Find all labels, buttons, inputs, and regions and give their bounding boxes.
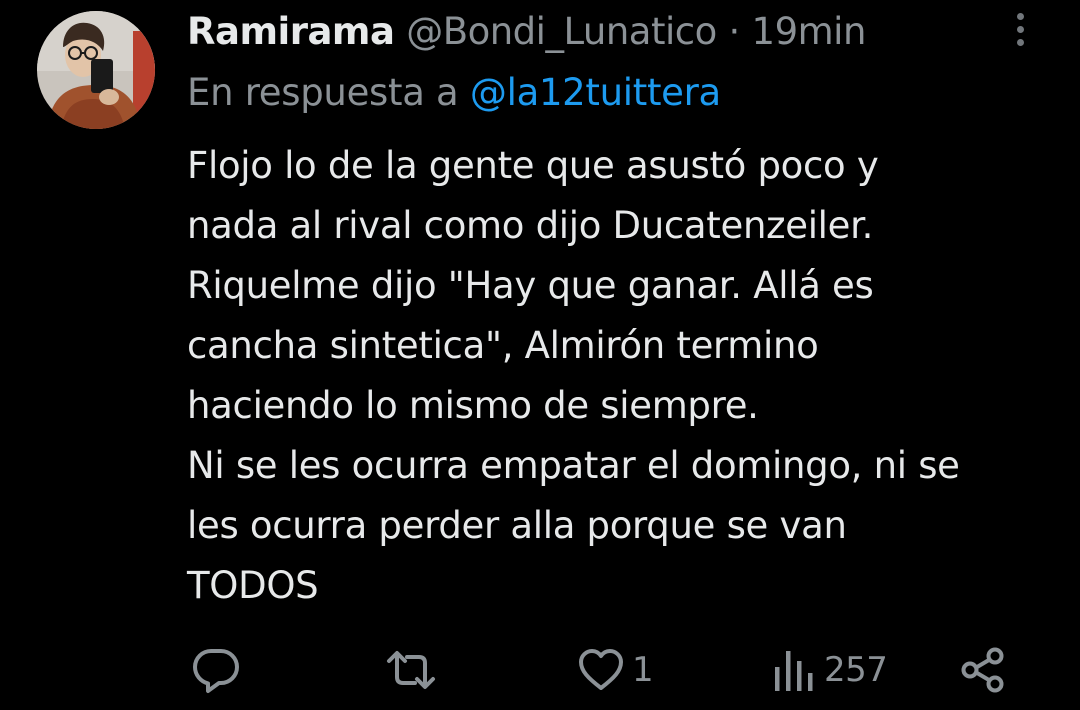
tweet-text-line: TODOS: [187, 564, 319, 607]
action-bar: 1 257: [0, 640, 1080, 700]
reply-icon: [193, 649, 239, 693]
tweet-text-line: Riquelme dijo "Hay que ganar. Allá es: [187, 264, 874, 307]
author-handle[interactable]: @Bondi_Lunatico: [406, 10, 717, 53]
like-count: 1: [632, 650, 654, 690]
retweet-icon: [387, 651, 435, 689]
views-button[interactable]: 257: [772, 640, 888, 700]
tweet-text-line: Flojo lo de la gente que asustó poco y: [187, 144, 879, 187]
avatar[interactable]: [37, 11, 155, 129]
share-button[interactable]: [960, 640, 1006, 700]
views-count: 257: [824, 650, 888, 690]
tweet-text-line: haciendo lo mismo de siempre.: [187, 384, 759, 427]
views-icon: [775, 651, 813, 691]
retweet-button[interactable]: [385, 640, 437, 700]
tweet-header: Ramirama @Bondi_Lunatico · 19min: [187, 7, 960, 57]
share-icon: [961, 647, 1004, 693]
tweet-text-line: Ni se les ocurra empatar el domingo, ni …: [187, 444, 960, 487]
header-separator: ·: [728, 10, 741, 53]
like-button[interactable]: 1: [578, 640, 654, 700]
tweet-text-line: cancha sintetica", Almirón termino: [187, 324, 819, 367]
author-name[interactable]: Ramirama: [187, 10, 395, 53]
reply-mention-link[interactable]: @la12tuittera: [470, 71, 721, 114]
tweet-text: Flojo lo de la gente que asustó poco y n…: [187, 136, 1067, 616]
tweet-text-line: nada al rival como dijo Ducatenzeiler.: [187, 204, 874, 247]
reply-prefix: En respuesta a: [187, 71, 459, 114]
tweet-text-line: les ocurra perder alla porque se van: [187, 504, 847, 547]
reply-button[interactable]: [191, 640, 241, 700]
more-options-icon[interactable]: [1006, 8, 1036, 52]
reply-context: En respuesta a @la12tuittera: [187, 68, 721, 118]
tweet-timestamp[interactable]: 19min: [752, 10, 867, 53]
heart-icon: [579, 649, 623, 690]
